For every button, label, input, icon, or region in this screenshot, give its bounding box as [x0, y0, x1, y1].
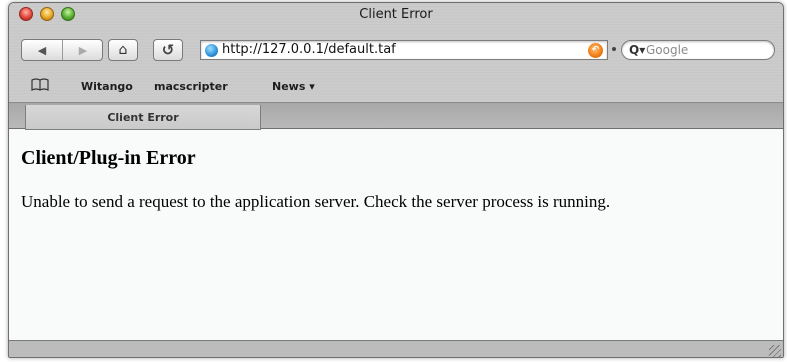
back-arrow-icon: ◀	[37, 44, 47, 57]
reload-button[interactable]: ↺	[153, 39, 183, 61]
home-icon: ⌂	[118, 42, 128, 58]
bookmarks-bar: Witango macscripter News ▾	[9, 78, 783, 96]
open-book-icon	[31, 78, 49, 91]
search-placeholder: Google	[646, 43, 689, 57]
forward-button[interactable]: ▶	[63, 43, 103, 59]
title-bar[interactable]: Client Error	[9, 3, 783, 25]
bookmarks-book-icon[interactable]	[31, 78, 49, 95]
status-bar	[9, 340, 783, 357]
toolbar: ◀ ▶ ⌂ ↺ http://127.0.0.1/default.taf ↶ Q…	[9, 35, 783, 65]
search-icon[interactable]: Q▾	[629, 43, 645, 57]
bookmark-witango[interactable]: Witango	[81, 80, 133, 93]
search-field[interactable]: Q▾ Google	[621, 40, 775, 60]
snapback-icon: ↶	[591, 45, 600, 55]
tab-client-error[interactable]: Client Error	[25, 105, 261, 130]
forward-arrow-icon: ▶	[78, 44, 88, 57]
window-chrome: Client Error ◀ ▶ ⌂ ↺ http://127.0.0.1/de…	[9, 3, 783, 130]
browser-window: Client Error ◀ ▶ ⌂ ↺ http://127.0.0.1/de…	[8, 2, 784, 358]
page-heading: Client/Plug-in Error	[21, 147, 196, 169]
reload-icon: ↺	[161, 41, 175, 59]
bookmark-news-menu[interactable]: News ▾	[272, 80, 315, 93]
error-message: Unable to send a request to the applicat…	[21, 192, 611, 211]
home-button[interactable]: ⌂	[108, 39, 138, 61]
address-bar[interactable]: http://127.0.0.1/default.taf ↶	[200, 40, 608, 60]
page-content: Client/Plug-in Error Unable to send a re…	[9, 130, 783, 340]
bookmark-macscripter[interactable]: macscripter	[154, 80, 228, 93]
url-text[interactable]: http://127.0.0.1/default.taf	[222, 42, 396, 57]
resize-grip-icon[interactable]	[769, 345, 781, 357]
snapback-button[interactable]: ↶	[588, 43, 603, 58]
tab-label: Client Error	[107, 111, 179, 124]
window-title: Client Error	[359, 7, 433, 22]
globe-icon	[205, 44, 218, 57]
back-forward-control: ◀ ▶	[21, 39, 103, 61]
back-button[interactable]: ◀	[22, 43, 62, 59]
toolbar-resize-handle[interactable]	[612, 47, 616, 51]
tab-strip: Client Error	[9, 102, 783, 130]
